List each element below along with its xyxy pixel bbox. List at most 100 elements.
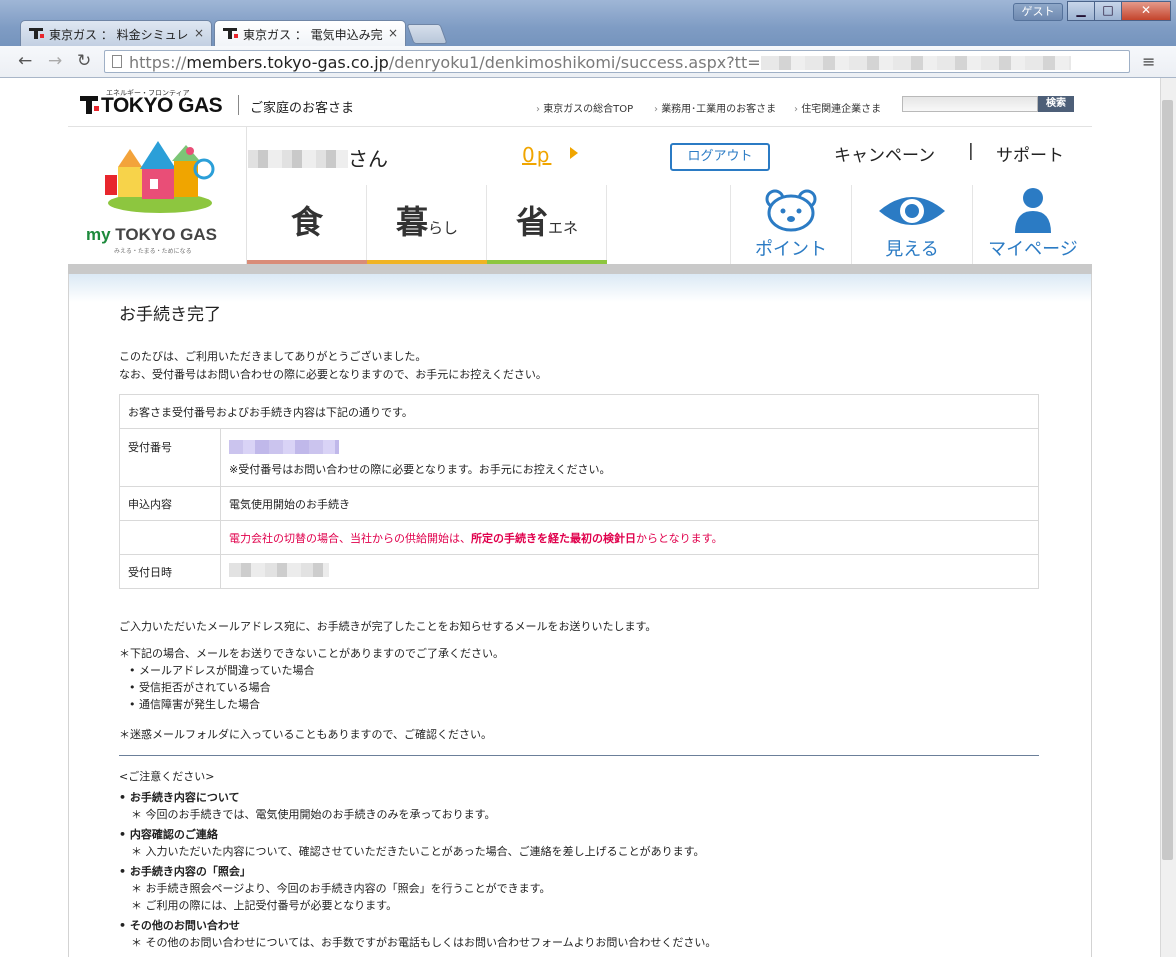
caution-heading: • お手続き内容の「照会」 <box>119 865 251 878</box>
nav-visualize[interactable]: 見える <box>851 185 971 265</box>
receipt-table: お客さま受付番号およびお手続き内容は下記の通りです。 受付番号 ※受付番号はお問… <box>119 394 1039 589</box>
tokyo-gas-favicon-icon <box>223 27 238 39</box>
table-row: お客さま受付番号およびお手続き内容は下記の通りです。 <box>119 394 1039 429</box>
maximize-icon[interactable]: □ <box>1094 1 1122 21</box>
tab-food-label: 食 <box>290 203 323 241</box>
header-pipe: | <box>968 141 974 161</box>
caution-section: <ご注意ください> • お手続き内容について ＊ 今回のお手続きでは、電気使用開… <box>119 768 716 951</box>
caution-line: ＊ お手続き照会ページより、今回のお手続き内容の「照会」を行うことができます。 <box>131 882 551 895</box>
user-name-redacted <box>248 150 348 168</box>
caution-title: <ご注意ください> <box>119 770 215 783</box>
tokyo-gas-mark-icon <box>80 96 99 114</box>
person-icon <box>1015 188 1051 233</box>
reload-icon[interactable]: ↻ <box>77 51 91 71</box>
intro-line: なお、受付番号はお問い合わせの際に必要となりますので、お手元にお控えください。 <box>119 368 547 381</box>
campaign-link[interactable]: キャンペーン <box>834 141 935 166</box>
support-link[interactable]: サポート <box>996 141 1064 166</box>
scrollbar-thumb[interactable] <box>1162 100 1173 860</box>
caution-line: ＊ その他のお問い合わせについては、お手数ですがお電話もしくはお問い合わせフォー… <box>131 936 717 949</box>
search-input[interactable] <box>902 96 1038 112</box>
user-greeting: さん <box>248 143 388 172</box>
mail-failure-cases: ＊下記の場合、メールをお送りできないことがありますのでご了承ください。 • メー… <box>119 645 504 713</box>
caution-heading: • 内容確認のご連絡 <box>119 828 218 841</box>
page-icon <box>112 55 122 68</box>
url-host: members.tokyo-gas.co.jp <box>186 53 389 72</box>
nav-points[interactable]: ポイント <box>730 185 850 265</box>
intro-text: このたびは、ご利用いただきましてありがとうございました。 なお、受付番号はお問い… <box>119 348 547 384</box>
header-gray-bar <box>68 264 1092 274</box>
tab-electricity-application[interactable]: 東京ガス ： 電気申込み完 × <box>214 20 406 46</box>
tab-energy-saving[interactable]: 省エネ <box>487 185 607 265</box>
link-housing-companies[interactable]: 住宅関連企業さま <box>794 100 881 115</box>
application-content-label: 申込内容 <box>119 486 221 521</box>
intro-line: このたびは、ご利用いただきましてありがとうございました。 <box>119 350 427 363</box>
caution-item: • その他のお問い合わせ ＊ その他のお問い合わせについては、お手数ですがお電話… <box>119 917 716 951</box>
caution-heading: • お手続き内容について <box>119 791 240 804</box>
menu-icon[interactable]: ≡ <box>1142 52 1155 71</box>
page-title: お手続き完了 <box>119 305 221 325</box>
list-item: • 通信障害が発生した場合 <box>129 698 260 711</box>
tokyo-gas-favicon-icon <box>29 27 44 39</box>
tab-living[interactable]: 暮らし <box>367 185 487 265</box>
mytokyogas-logo-area[interactable]: my TOKYO GAS みえる・たまる・ためになる <box>68 127 247 264</box>
close-icon[interactable]: × <box>194 26 204 40</box>
cases-heading: ＊下記の場合、メールをお送りできないことがありますのでご了承ください。 <box>119 647 504 660</box>
back-arrow-icon[interactable]: ← <box>18 51 32 71</box>
spam-folder-note: ＊迷惑メールフォルダに入っていることもありますので、ご確認ください。 <box>119 728 493 741</box>
caution-item: • お手続き内容について ＊ 今回のお手続きでは、電気使用開始のお手続きのみを承… <box>119 789 716 823</box>
caution-heading: • その他のお問い合わせ <box>119 919 240 932</box>
points-link[interactable]: 0p <box>522 143 551 167</box>
url-scheme: https:// <box>129 53 187 72</box>
caution-item: • 内容確認のご連絡 ＊ 入力いただいた内容について、確認させていただきたいこと… <box>119 826 716 860</box>
table-row: 受付日時 <box>119 554 1039 589</box>
receipt-number-redacted <box>229 440 339 454</box>
home-customers-label: ご家庭のお客さま <box>250 101 355 116</box>
tab-label: 東京ガス ： 電気申込み完 <box>243 28 383 42</box>
nav-visualize-label: 見える <box>885 239 939 260</box>
tab-label: 東京ガス ： 料金シミュレ <box>49 28 189 42</box>
guest-profile-button[interactable]: ゲスト <box>1013 3 1063 21</box>
application-content-value: 電気使用開始のお手続き <box>220 486 1039 521</box>
tab-food[interactable]: 食 <box>247 185 367 265</box>
receipt-number-cell: ※受付番号はお問い合わせの際に必要となります。お手元にお控えください。 <box>220 428 1039 487</box>
url-redacted <box>760 56 1071 70</box>
table-caption: お客さま受付番号およびお手続き内容は下記の通りです。 <box>119 394 1039 429</box>
receipt-date-redacted <box>229 563 329 577</box>
table-row: 申込内容 電気使用開始のお手続き <box>119 486 1039 521</box>
new-tab-button[interactable] <box>406 24 448 44</box>
caution-item: • お手続き内容の「照会」 ＊ お手続き照会ページより、今回のお手続き内容の「照… <box>119 863 716 914</box>
list-item: • 受信拒否がされている場合 <box>129 681 271 694</box>
logo-text: TOKYO GAS <box>101 94 223 117</box>
minimize-icon[interactable]: ▁ <box>1067 1 1095 21</box>
close-icon[interactable]: × <box>388 26 398 40</box>
link-business-customers[interactable]: 業務用･工業用のお客さま <box>654 100 776 115</box>
empty-cell <box>119 520 221 555</box>
link-corporate-top[interactable]: 東京ガスの総合TOP <box>536 100 633 115</box>
table-row: 電力会社の切替の場合、当社からの供給開始は、所定の手続きを経た最初の検針日からと… <box>119 520 1039 555</box>
caution-line: ＊ ご利用の際には、上記受付番号が必要となります。 <box>131 899 398 912</box>
points-arrow-icon <box>570 147 578 159</box>
list-item: • メールアドレスが間違っていた場合 <box>129 664 315 677</box>
supply-start-notice: 電力会社の切替の場合、当社からの供給開始は、所定の手続きを経た最初の検針日からと… <box>220 520 1039 555</box>
window-close-icon[interactable]: ✕ <box>1121 1 1171 21</box>
search-button[interactable]: 検索 <box>1038 96 1074 112</box>
tokyo-gas-logo[interactable]: TOKYO GAS <box>80 94 223 118</box>
logout-button[interactable]: ログアウト <box>670 143 770 171</box>
browser-titlebar: 東京ガス ： 料金シミュレ × 東京ガス ： 電気申込み完 × ゲスト ▁ □ … <box>0 0 1176 46</box>
section-divider <box>119 755 1039 756</box>
receipt-date-label: 受付日時 <box>119 554 221 589</box>
receipt-date-cell <box>220 554 1039 589</box>
page-viewport: エネルギー・フロンティア TOKYO GAS ご家庭のお客さま 東京ガスの総合T… <box>0 78 1160 957</box>
caution-line: ＊ 今回のお手続きでは、電気使用開始のお手続きのみを承っております。 <box>131 808 496 821</box>
browser-toolbar: ← → ↻ https://members.tokyo-gas.co.jp/de… <box>0 46 1176 78</box>
user-suffix: さん <box>348 147 388 171</box>
mytokyogas-house-illustration-icon <box>105 141 215 213</box>
forward-arrow-icon[interactable]: → <box>48 51 62 71</box>
mytokyogas-header: my TOKYO GAS みえる・たまる・ためになる さん 0p ログアウト キ… <box>68 127 1092 265</box>
caution-line: ＊ 入力いただいた内容について、確認させていただきたいことがあった場合、ご連絡を… <box>131 845 705 858</box>
address-bar[interactable]: https://members.tokyo-gas.co.jp/denryoku… <box>104 50 1130 73</box>
tab-price-simulation[interactable]: 東京ガス ： 料金シミュレ × <box>20 20 212 46</box>
nav-mypage[interactable]: マイページ <box>972 185 1092 265</box>
site-container: エネルギー・フロンティア TOKYO GAS ご家庭のお客さま 東京ガスの総合T… <box>68 78 1092 957</box>
nav-mypage-label: マイページ <box>988 239 1078 260</box>
